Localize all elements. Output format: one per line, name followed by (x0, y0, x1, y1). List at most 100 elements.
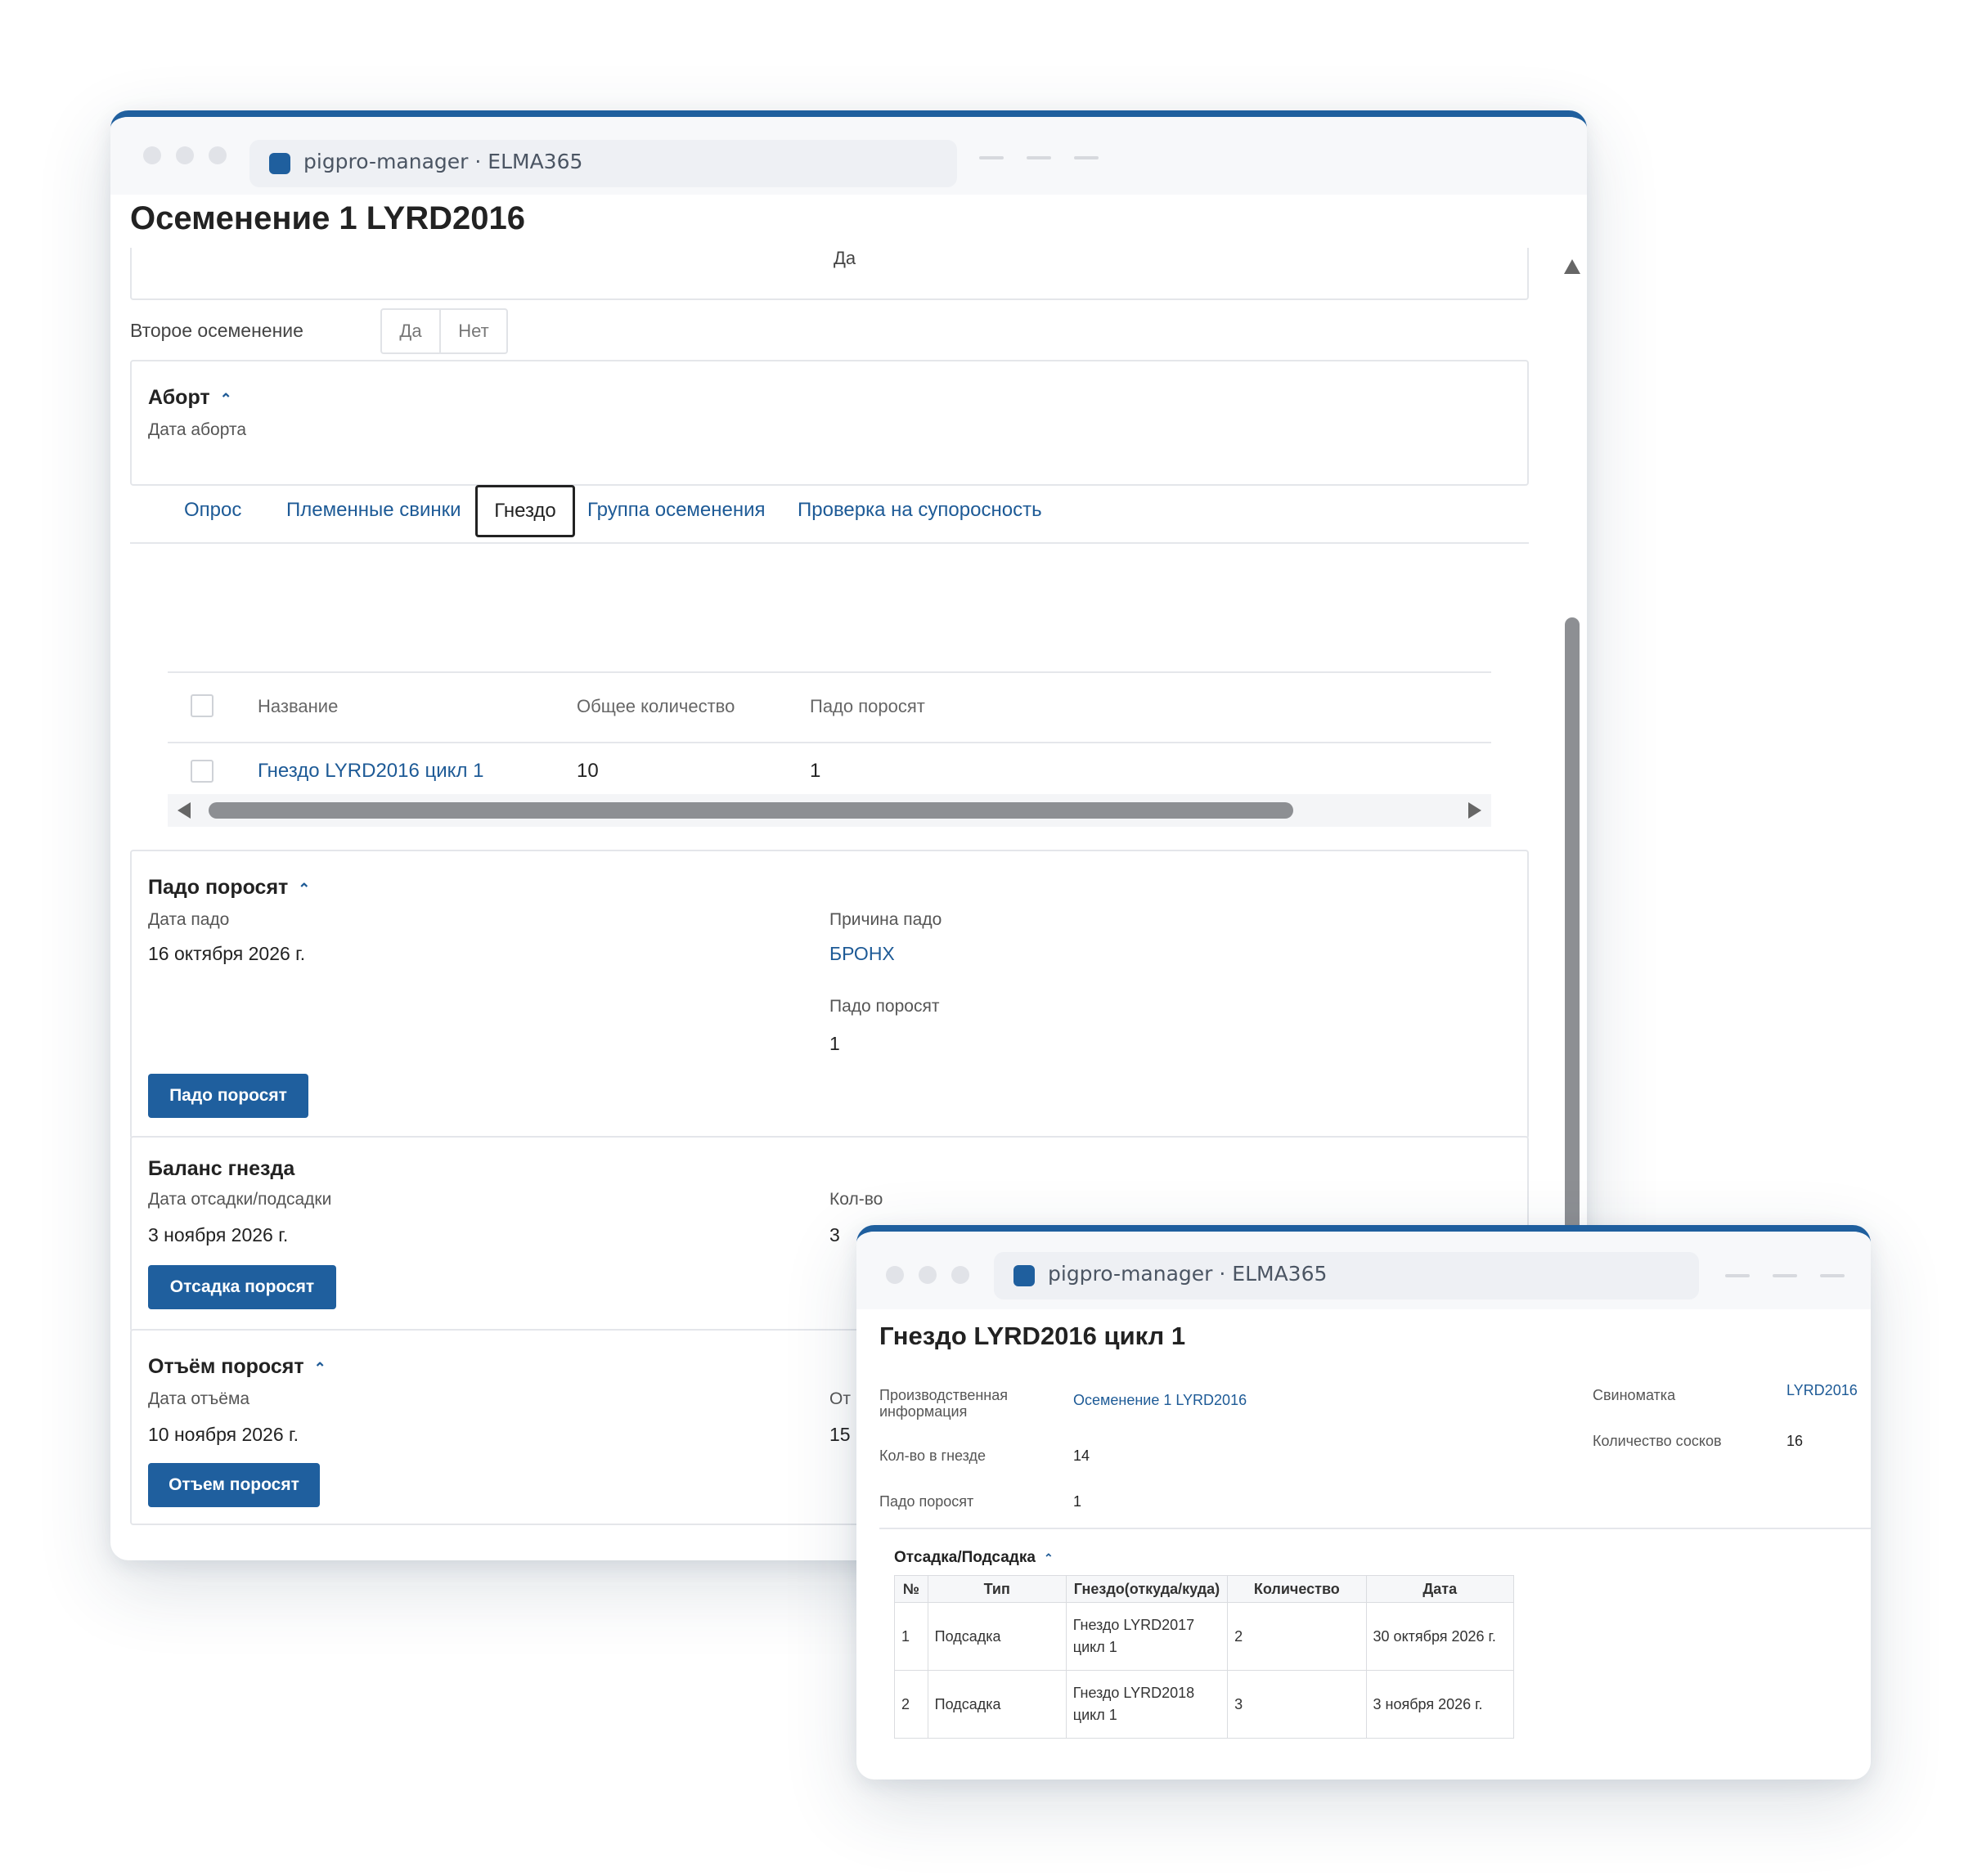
popup-address-bar[interactable]: pigpro-manager · ELMA365 (994, 1252, 1699, 1299)
tab-breeding-gilts[interactable]: Племенные свинки (286, 499, 461, 522)
horizontal-scroll-thumb[interactable] (209, 802, 1293, 819)
row-type: Подсадка (927, 1602, 1067, 1671)
teats-label: Количество сосков (1593, 1433, 1722, 1449)
row-nest-line-2[interactable]: цикл 1 (1073, 1639, 1220, 1656)
window-close-dot[interactable] (143, 146, 161, 164)
scroll-left-arrow-icon[interactable] (176, 801, 194, 820)
nest-link[interactable]: Гнездо LYRD2016 цикл 1 (258, 760, 483, 783)
toggle-no[interactable]: Нет (441, 310, 506, 352)
row-checkbox[interactable] (191, 760, 213, 783)
address-bar[interactable]: pigpro-manager · ELMA365 (249, 140, 957, 187)
abort-date-label: Дата аборта (148, 420, 247, 439)
column-header-total[interactable]: Общее количество (577, 696, 735, 717)
loss-reason-label: Причина падо (829, 910, 942, 929)
transfer-section-title[interactable]: Отсадка/Подсадка ⌃ (894, 1549, 1054, 1567)
row-nest-link[interactable]: Гнездо LYRD2017 цикл 1 (1065, 1602, 1229, 1671)
chevron-up-icon[interactable]: ⌃ (314, 1360, 326, 1377)
weaning-partial-label: От (829, 1389, 851, 1408)
loss-date-label: Дата падо (148, 910, 230, 929)
row-nest-line-1[interactable]: Гнездо LYRD2018 (1073, 1685, 1220, 1702)
window-minimize-dot[interactable] (919, 1266, 937, 1284)
row-nest-link[interactable]: Гнездо LYRD2018 цикл 1 (1065, 1670, 1229, 1739)
table-top-border (168, 671, 1491, 673)
tab-insemination-group[interactable]: Группа осеменения (587, 499, 766, 522)
prod-info-link[interactable]: Осеменение 1 LYRD2016 (1073, 1392, 1247, 1409)
nest-fall-value: 1 (810, 760, 821, 782)
window-maximize-dot[interactable] (951, 1266, 969, 1284)
window-close-dot[interactable] (886, 1266, 904, 1284)
transfer-qty-value: 3 (829, 1224, 840, 1245)
table-row: 1 Подсадка Гнездо LYRD2017 цикл 1 2 30 ок… (894, 1602, 1515, 1671)
transfer-qty-label: Кол-во (829, 1190, 883, 1209)
transfer-piglets-button[interactable]: Отсадка поросят (148, 1265, 336, 1309)
popup-address-text: pigpro-manager · ELMA365 (1048, 1262, 1328, 1286)
loss-count-value: 1 (829, 1033, 840, 1054)
abort-title[interactable]: Аборт ⌃ (148, 386, 232, 410)
window-control-dash[interactable] (1074, 156, 1099, 159)
transfer-date-value: 3 ноября 2026 г. (148, 1224, 289, 1245)
piglet-loss-button[interactable]: Падо поросят (148, 1074, 308, 1118)
window-control-dash[interactable] (979, 156, 1004, 159)
popup-page-title: Гнездо LYRD2016 цикл 1 (879, 1322, 1186, 1350)
row-nest-line-1[interactable]: Гнездо LYRD2017 (1073, 1617, 1220, 1634)
select-all-checkbox[interactable] (191, 694, 213, 717)
transfer-title-text: Отсадка/Подсадка (894, 1549, 1036, 1566)
row-quantity: 2 (1227, 1602, 1367, 1671)
row-number: 1 (894, 1602, 928, 1671)
piglet-loss-title[interactable]: Падо поросят ⌃ (148, 876, 310, 900)
weaning-partial-value: 15 (829, 1424, 851, 1445)
tab-nest[interactable]: Гнездо (475, 485, 575, 537)
abort-section: Аборт ⌃ Дата аборта (130, 360, 1529, 486)
tabs-divider (130, 542, 1529, 544)
prod-info-label-1: Производственная (879, 1387, 1008, 1403)
window-maximize-dot[interactable] (209, 146, 227, 164)
row-date: 3 ноября 2026 г. (1365, 1670, 1515, 1739)
row-nest-line-2[interactable]: цикл 1 (1073, 1707, 1220, 1724)
row-date: 30 октября 2026 г. (1365, 1602, 1515, 1671)
loss-count-label: Падо поросят (829, 997, 940, 1016)
window-minimize-dot[interactable] (176, 146, 194, 164)
app-favicon-icon (1013, 1265, 1035, 1286)
col-date: Дата (1365, 1575, 1515, 1603)
window-control-dash[interactable] (1027, 156, 1051, 159)
abort-title-text: Аборт (148, 386, 210, 409)
previous-section-box: Да (130, 248, 1529, 300)
loss-reason-link[interactable]: БРОНХ (829, 943, 895, 965)
row-number: 2 (894, 1670, 928, 1739)
col-number: № (894, 1575, 928, 1603)
scroll-up-arrow-icon[interactable] (1562, 258, 1582, 276)
weaning-title[interactable]: Отъём поросят ⌃ (148, 1355, 326, 1379)
previous-section-value: Да (834, 248, 856, 268)
chevron-up-icon[interactable]: ⌃ (298, 881, 310, 898)
col-type: Тип (927, 1575, 1067, 1603)
column-header-fall[interactable]: Падо поросят (810, 696, 925, 717)
weaning-title-text: Отъём поросят (148, 1355, 304, 1378)
window-control-dash[interactable] (1820, 1274, 1845, 1277)
popup-window: pigpro-manager · ELMA365 Гнездо LYRD2016… (856, 1225, 1871, 1780)
popup-divider (879, 1528, 1871, 1529)
nest-total-value: 10 (577, 760, 599, 782)
row-quantity: 3 (1227, 1670, 1367, 1739)
address-text: pigpro-manager · ELMA365 (303, 150, 583, 173)
row-type: Подсадка (927, 1670, 1067, 1739)
teats-value: 16 (1786, 1433, 1804, 1449)
popup-title-bar: pigpro-manager · ELMA365 (856, 1232, 1871, 1309)
app-favicon-icon (269, 153, 290, 174)
popup-fall-label: Падо поросят (879, 1493, 974, 1510)
sow-link[interactable]: LYRD2016 (1786, 1382, 1858, 1399)
window-control-dash[interactable] (1725, 1274, 1750, 1277)
table-row: 2 Подсадка Гнездо LYRD2018 цикл 1 3 3 ноя… (894, 1670, 1515, 1739)
tab-survey[interactable]: Опрос (184, 499, 241, 522)
piglet-loss-section: Падо поросят ⌃ Дата падо 16 октября 2026 … (130, 850, 1529, 1139)
chevron-up-icon[interactable]: ⌃ (220, 391, 232, 408)
window-control-dash[interactable] (1773, 1274, 1797, 1277)
col-quantity: Количество (1227, 1575, 1367, 1603)
tab-pregnancy-check[interactable]: Проверка на супоросность (798, 499, 1042, 522)
column-header-name[interactable]: Название (258, 696, 338, 717)
scroll-right-arrow-icon[interactable] (1465, 801, 1483, 820)
wean-piglets-button[interactable]: Отъем поросят (148, 1463, 320, 1507)
toggle-yes[interactable]: Да (382, 310, 441, 352)
horizontal-scrollbar[interactable] (168, 794, 1491, 827)
chevron-up-icon[interactable]: ⌃ (1044, 1551, 1054, 1565)
nest-balance-title: Баланс гнезда (148, 1157, 295, 1180)
